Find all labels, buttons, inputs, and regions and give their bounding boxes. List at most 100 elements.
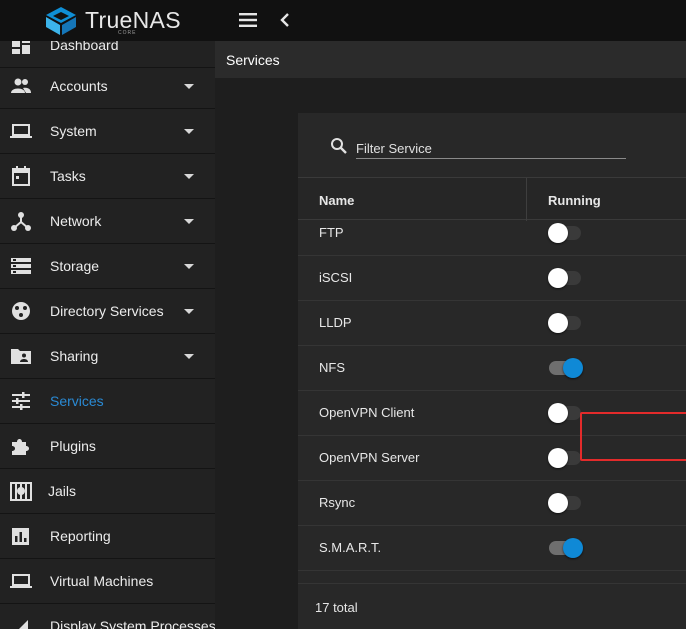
service-name: OpenVPN Server xyxy=(319,450,420,465)
running-toggle[interactable] xyxy=(549,358,583,378)
toggle-thumb xyxy=(548,223,568,243)
folder-shared-icon xyxy=(11,349,31,364)
table-row: Rsync xyxy=(298,481,686,526)
jail-icon xyxy=(10,482,32,501)
toggle-thumb xyxy=(563,538,583,558)
sidebar-item-directory-services[interactable]: Directory Services xyxy=(0,289,215,334)
sidebar-item-label: Sharing xyxy=(50,348,99,364)
table-row: LLDP xyxy=(298,301,686,346)
storage-icon xyxy=(11,258,31,274)
table-header: Name Running xyxy=(298,177,686,221)
sidebar-item-accounts[interactable]: Accounts xyxy=(0,64,215,109)
truenas-logo[interactable]: TrueNAS CORE xyxy=(44,4,184,38)
service-name: Rsync xyxy=(319,495,356,510)
toggle-thumb xyxy=(548,403,568,423)
brand-edition: CORE xyxy=(118,30,137,36)
column-header-running[interactable]: Running xyxy=(548,193,601,208)
calendar-icon xyxy=(12,166,30,186)
sidebar-item-label: Display System Processes xyxy=(50,618,215,629)
running-toggle[interactable] xyxy=(548,268,581,288)
puzzle-icon xyxy=(12,439,29,455)
service-name: OpenVPN Client xyxy=(319,405,415,420)
running-toggle[interactable] xyxy=(548,493,581,513)
sidebar-item-jails[interactable]: Jails xyxy=(0,469,215,514)
table-row: NFS xyxy=(298,346,686,391)
running-toggle[interactable] xyxy=(548,448,581,468)
filter-service xyxy=(326,133,626,167)
sidebar-item-sharing[interactable]: Sharing xyxy=(0,334,215,379)
menu-toggle-icon[interactable] xyxy=(238,11,258,29)
sidebar-item-network[interactable]: Network xyxy=(0,199,215,244)
top-bar: TrueNAS CORE xyxy=(0,0,686,41)
toggle-thumb xyxy=(563,358,583,378)
laptop-icon xyxy=(10,574,32,588)
sidebar-item-system[interactable]: System xyxy=(0,109,215,154)
sidebar-item-label: Directory Services xyxy=(50,303,164,319)
sidebar-item-tasks[interactable]: Tasks xyxy=(0,154,215,199)
accounts-icon xyxy=(11,78,31,93)
toggle-thumb xyxy=(548,268,568,288)
column-header-name[interactable]: Name xyxy=(319,193,354,208)
sidebar-item-services[interactable]: Services xyxy=(0,379,215,424)
toggle-thumb xyxy=(548,448,568,468)
collapse-sidebar-chevron-icon[interactable] xyxy=(278,10,292,30)
sidebar-item-label: Jails xyxy=(48,483,77,499)
sidebar-item-plugins[interactable]: Plugins xyxy=(0,424,215,469)
sidebar-item-label: Services xyxy=(50,393,104,409)
sidebar-item-label: System xyxy=(50,123,97,139)
table-row: FTP xyxy=(298,221,686,256)
truenas-app: TrueNAS CORE Dashboard Accounts System T… xyxy=(0,0,686,629)
sidebar-item-display-system-processes[interactable]: Display System Processes xyxy=(0,604,215,629)
table-row: iSCSI xyxy=(298,256,686,301)
search-icon xyxy=(331,138,347,154)
total-count: 17 total xyxy=(315,600,358,615)
sidebar-item-reporting[interactable]: Reporting xyxy=(0,514,215,559)
network-icon xyxy=(11,212,31,231)
service-name: NFS xyxy=(319,360,345,375)
sidebar-item-label: Tasks xyxy=(50,168,86,184)
filter-service-input[interactable] xyxy=(356,133,626,159)
sidebar-item-label: Dashboard xyxy=(50,41,119,53)
tune-icon xyxy=(12,392,30,410)
service-name: S.M.A.R.T. xyxy=(319,540,382,555)
laptop-icon xyxy=(10,124,32,138)
running-toggle[interactable] xyxy=(548,313,581,333)
chevron-down-icon[interactable] xyxy=(184,129,194,134)
table-row: OpenVPN Client xyxy=(298,391,686,436)
directory-services-icon xyxy=(12,302,30,320)
sidebar-item-storage[interactable]: Storage xyxy=(0,244,215,289)
table-body: FTP iSCSI LLDP NFS OpenVPN Client OpenVP… xyxy=(298,221,686,571)
sidebar: Dashboard Accounts System Tasks Network … xyxy=(0,41,215,629)
column-divider xyxy=(526,178,527,221)
running-toggle[interactable] xyxy=(548,403,581,423)
services-card: Name Running FTP iSCSI LLDP NFS xyxy=(298,113,686,629)
sidebar-item-label: Reporting xyxy=(50,528,111,544)
chevron-down-icon[interactable] xyxy=(184,219,194,224)
sidebar-item-label: Virtual Machines xyxy=(50,573,154,589)
sidebar-item-virtual-machines[interactable]: Virtual Machines xyxy=(0,559,215,604)
chevron-down-icon[interactable] xyxy=(184,264,194,269)
table-row: S.M.A.R.T. xyxy=(298,526,686,571)
service-name: LLDP xyxy=(319,315,352,330)
processes-icon xyxy=(19,620,28,629)
table-footer: 17 total xyxy=(298,583,686,629)
truenas-logo-icon xyxy=(46,7,76,35)
sidebar-item-label: Network xyxy=(50,213,102,229)
chevron-down-icon[interactable] xyxy=(184,354,194,359)
sidebar-item-label: Storage xyxy=(50,258,100,274)
toggle-thumb xyxy=(548,493,568,513)
table-row: OpenVPN Server xyxy=(298,436,686,481)
running-toggle[interactable] xyxy=(548,223,581,243)
page-title: Services xyxy=(226,52,280,68)
service-name: iSCSI xyxy=(319,270,353,285)
main-content: Services Name Running FTP iSCSI xyxy=(215,41,686,629)
toggle-thumb xyxy=(548,313,568,333)
chevron-down-icon[interactable] xyxy=(184,309,194,314)
running-toggle[interactable] xyxy=(549,538,583,558)
chevron-down-icon[interactable] xyxy=(184,84,194,89)
sidebar-item-label: Accounts xyxy=(50,78,108,94)
page-header: Services xyxy=(215,41,686,78)
chevron-down-icon[interactable] xyxy=(184,174,194,179)
chart-icon xyxy=(12,528,29,545)
dashboard-icon xyxy=(12,41,30,54)
